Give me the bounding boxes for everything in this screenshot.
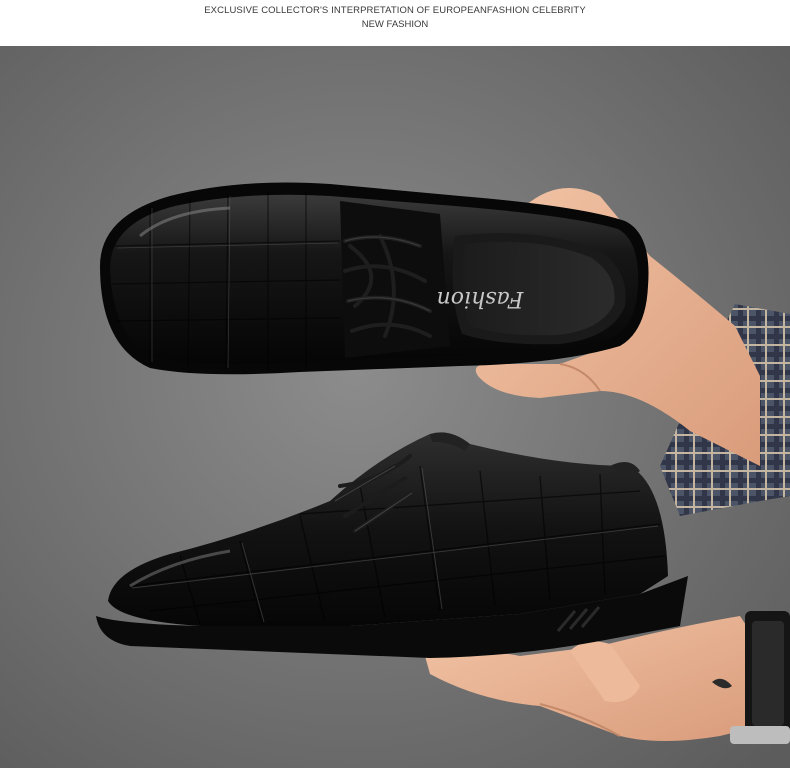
header-tagline: EXCLUSIVE COLLECTOR'S INTERPRETATION OF … — [204, 5, 586, 16]
upper-shoe: Fashion — [100, 182, 649, 375]
insole-brand-text: Fashion — [437, 286, 525, 311]
header-subtitle: NEW FASHION — [361, 19, 429, 30]
header-banner: EXCLUSIVE COLLECTOR'S INTERPRETATION OF … — [0, 0, 790, 46]
product-photo: Fashion — [0, 46, 790, 768]
product-photo-illustration: Fashion — [0, 46, 790, 768]
